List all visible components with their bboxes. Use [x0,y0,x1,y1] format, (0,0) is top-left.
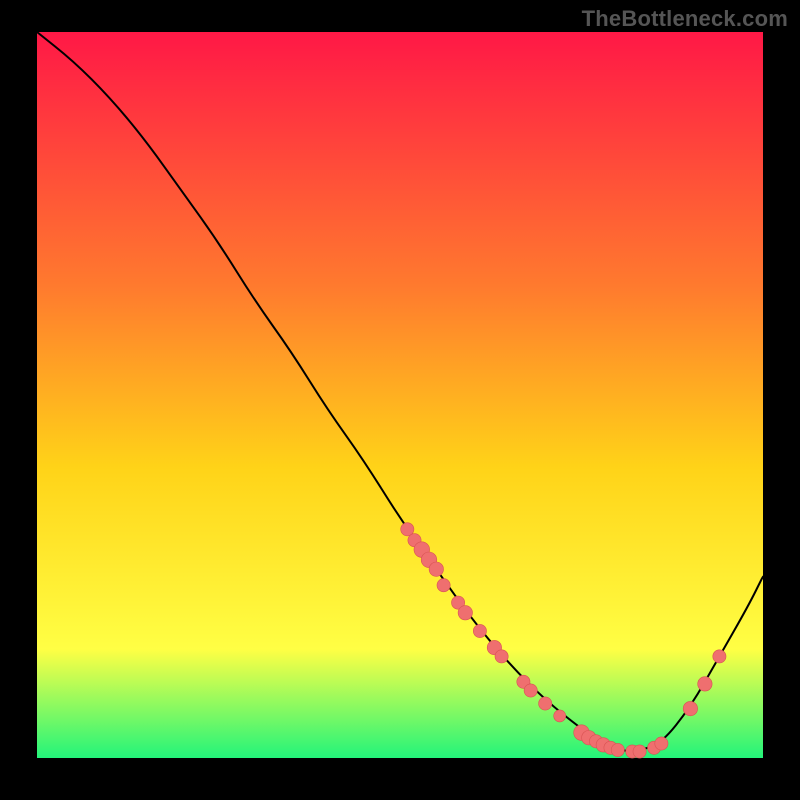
scatter-dot [437,579,450,592]
scatter-dot [633,745,646,758]
scatter-dot [655,737,668,750]
chart-container: { "watermark": "TheBottleneck.com", "col… [0,0,800,800]
scatter-dot [713,650,726,663]
scatter-dot [611,743,624,756]
scatter-dot [683,701,697,715]
scatter-dot [554,710,566,722]
scatter-dot [524,684,537,697]
scatter-dot [473,624,486,637]
scatter-dot [539,697,552,710]
bottleneck-chart [0,0,800,800]
scatter-dot [458,606,472,620]
scatter-dot [698,677,712,691]
scatter-dot [495,650,508,663]
scatter-dot [429,562,443,576]
